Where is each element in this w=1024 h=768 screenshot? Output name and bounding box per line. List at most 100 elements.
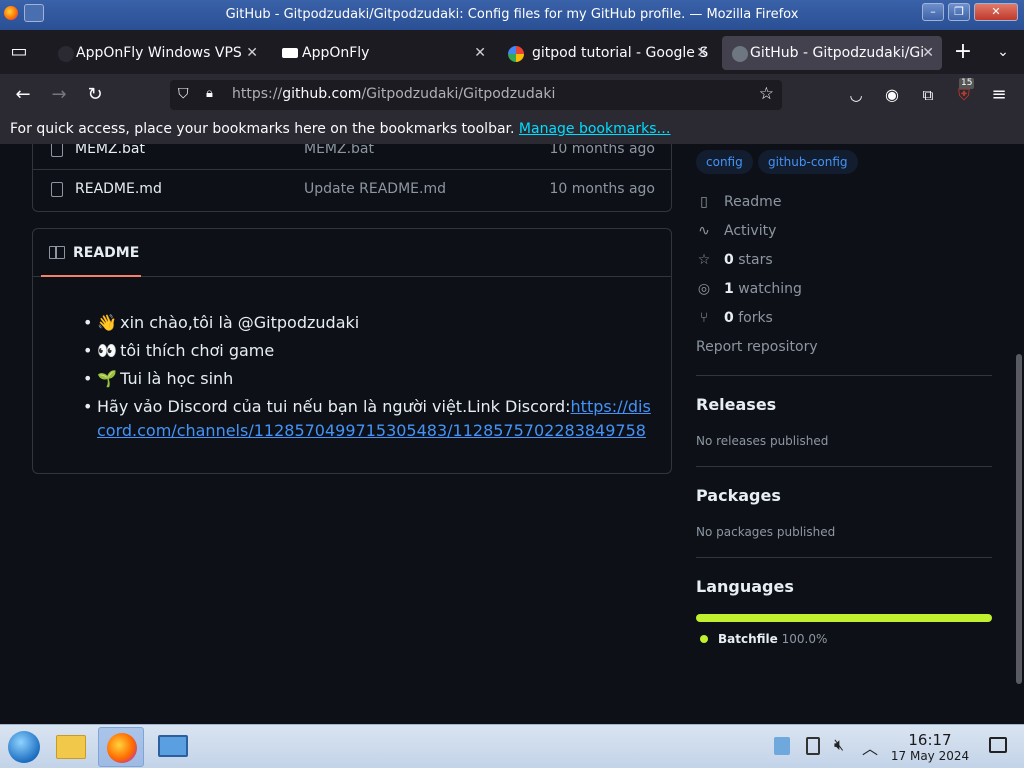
commit-message[interactable]: Update README.md — [304, 181, 446, 197]
apponfly-favicon — [58, 46, 74, 62]
firefox-icon — [107, 733, 137, 763]
divider — [696, 466, 992, 467]
close-tab-icon[interactable]: ✕ — [246, 36, 258, 70]
close-tab-icon[interactable]: ✕ — [696, 36, 708, 70]
commit-time: 10 months ago — [549, 144, 655, 157]
ublock-icon[interactable]: ⛨ 15 — [953, 78, 975, 106]
close-tab-icon[interactable]: ✕ — [474, 36, 486, 70]
divider — [696, 557, 992, 558]
manage-bookmarks-link[interactable]: Manage bookmarks… — [519, 121, 671, 137]
url-bar[interactable]: ⛉ 🔒︎ https://github.com/Gitpodzudaki/Git… — [170, 80, 782, 110]
taskbar-clock[interactable]: 16:17 17 May 2024 — [888, 731, 972, 763]
pulse-icon: ∿ — [698, 223, 710, 239]
close-window-button[interactable]: ✕ — [974, 3, 1018, 21]
eyes-emoji: 👀 — [97, 341, 117, 360]
clipboard-tray-icon[interactable] — [806, 737, 820, 755]
file-name[interactable]: MEMZ.bat — [75, 144, 145, 157]
tab-google-search[interactable]: gitpod tutorial - Google S ✕ — [498, 36, 716, 70]
language-percent: 100.0% — [781, 632, 828, 646]
minimize-button[interactable]: – — [922, 3, 944, 21]
page-content: MEMZ.bat MEMZ.bat 10 months ago README.m… — [0, 144, 1024, 724]
file-row[interactable]: README.md Update README.md 10 months ago — [33, 170, 671, 210]
tab-apponfly-vps[interactable]: AppOnFly Windows VPS ✕ — [48, 36, 266, 70]
lock-icon[interactable]: 🔒︎ — [206, 86, 213, 101]
chevron-up-icon[interactable]: ︿ — [862, 735, 878, 759]
commit-message[interactable]: MEMZ.bat — [304, 144, 374, 157]
language-dot — [700, 635, 708, 643]
reload-icon[interactable]: ↻ — [84, 84, 106, 106]
firefox-taskbar-button[interactable] — [98, 727, 144, 767]
file-row[interactable]: MEMZ.bat MEMZ.bat 10 months ago — [33, 144, 671, 170]
book-icon — [49, 246, 65, 259]
waving-hand-emoji: 👋 — [97, 313, 117, 332]
list-item: 👋 xin chào,tôi là @Gitpodzudaki — [83, 311, 657, 335]
show-desktop-icon[interactable] — [989, 737, 1007, 753]
list-item: 🌱 Tui là học sinh — [83, 367, 657, 391]
list-item: 👀 tôi thích chơi game — [83, 339, 657, 363]
window-title-bar: GitHub - Gitpodzudaki/Gitpodzudaki: Conf… — [0, 0, 1024, 30]
maximize-button[interactable]: ❐ — [948, 3, 970, 21]
folder-icon — [56, 735, 86, 759]
window-title: GitHub - Gitpodzudaki/Gitpodzudaki: Conf… — [225, 7, 799, 22]
tab-github[interactable]: GitHub - Gitpodzudaki/Gi ✕ — [722, 36, 942, 70]
readme-list: 👋 xin chào,tôi là @Gitpodzudaki 👀 tôi th… — [83, 311, 657, 447]
remote-desktop-button[interactable] — [150, 727, 196, 767]
navigation-toolbar: ← → ↻ ⛉ 🔒︎ https://github.com/Gitpodzuda… — [0, 74, 1024, 116]
topic-config[interactable]: config — [696, 150, 753, 174]
pocket-icon[interactable]: ◡ — [845, 84, 867, 106]
readme-header: README — [33, 229, 671, 277]
file-list: MEMZ.bat MEMZ.bat 10 months ago README.m… — [32, 144, 672, 212]
commit-time: 10 months ago — [549, 181, 655, 197]
file-icon — [51, 144, 63, 157]
file-name[interactable]: README.md — [75, 181, 162, 197]
tab-label: AppOnFly Windows VPS — [76, 45, 242, 61]
packages-empty: No packages published — [696, 525, 836, 539]
url-text[interactable]: https://github.com/Gitpodzudaki/Gitpodzu… — [232, 86, 555, 102]
list-all-tabs-icon[interactable]: ▭ — [8, 41, 30, 63]
taskbar: 🔇︎ ︿ 16:17 17 May 2024 — [0, 724, 1024, 768]
bookmarks-toolbar: For quick access, place your bookmarks h… — [0, 116, 1024, 144]
language-item[interactable]: Batchfile 100.0% — [700, 632, 827, 646]
extensions-icon[interactable]: ⧉ — [917, 84, 939, 106]
apponfly-favicon — [282, 48, 298, 58]
close-tab-icon[interactable]: ✕ — [922, 36, 934, 70]
eye-icon: ◎ — [697, 281, 711, 297]
list-item: Hãy vảo Discord của tui nếu bạn là người… — [83, 395, 657, 443]
packages-heading[interactable]: Packages — [696, 486, 781, 505]
bookmarks-hint: For quick access, place your bookmarks h… — [10, 121, 515, 137]
forward-arrow-icon[interactable]: → — [48, 84, 70, 106]
clock-date: 17 May 2024 — [890, 749, 970, 763]
speaker-muted-icon[interactable]: 🔇︎ — [834, 735, 844, 755]
topic-github-config[interactable]: github-config — [758, 150, 858, 174]
shield-icon[interactable]: ⛉ — [178, 86, 189, 102]
language-bar — [696, 614, 992, 622]
chevron-down-icon[interactable]: ⌄ — [992, 41, 1014, 63]
windows-logo-icon — [8, 731, 40, 763]
tab-label: gitpod tutorial - Google S — [532, 45, 709, 61]
extension-badge: 15 — [959, 78, 975, 89]
back-arrow-icon[interactable]: ← — [12, 84, 34, 106]
language-name: Batchfile — [718, 632, 778, 646]
github-favicon — [732, 46, 748, 62]
divider — [696, 375, 992, 376]
tab-label: GitHub - Gitpodzudaki/Gi — [750, 45, 925, 61]
scrollbar-thumb[interactable] — [1016, 354, 1022, 684]
tab-apponfly[interactable]: AppOnFly ✕ — [272, 36, 494, 70]
languages-heading: Languages — [696, 577, 794, 596]
releases-empty: No releases published — [696, 434, 829, 448]
tab-strip: ▭ AppOnFly Windows VPS ✕ AppOnFly ✕ gitp… — [0, 30, 1024, 74]
seedling-emoji: 🌱 — [97, 369, 117, 388]
bookmark-star-icon[interactable]: ☆ — [759, 84, 774, 104]
new-tab-icon[interactable]: + — [952, 41, 974, 63]
file-icon — [51, 182, 63, 197]
readme-tab[interactable]: README — [41, 229, 141, 277]
account-icon[interactable]: ◉ — [881, 84, 903, 106]
fork-icon: ⑂ — [699, 310, 709, 326]
releases-heading[interactable]: Releases — [696, 395, 776, 414]
network-tray-icon[interactable] — [774, 737, 790, 755]
star-icon: ☆ — [697, 252, 711, 268]
readme-panel: README 👋 xin chào,tôi là @Gitpodzudaki 👀… — [32, 228, 672, 474]
hamburger-menu-icon[interactable]: ≡ — [988, 84, 1010, 106]
file-explorer-button[interactable] — [50, 727, 96, 767]
start-button[interactable] — [2, 727, 48, 767]
